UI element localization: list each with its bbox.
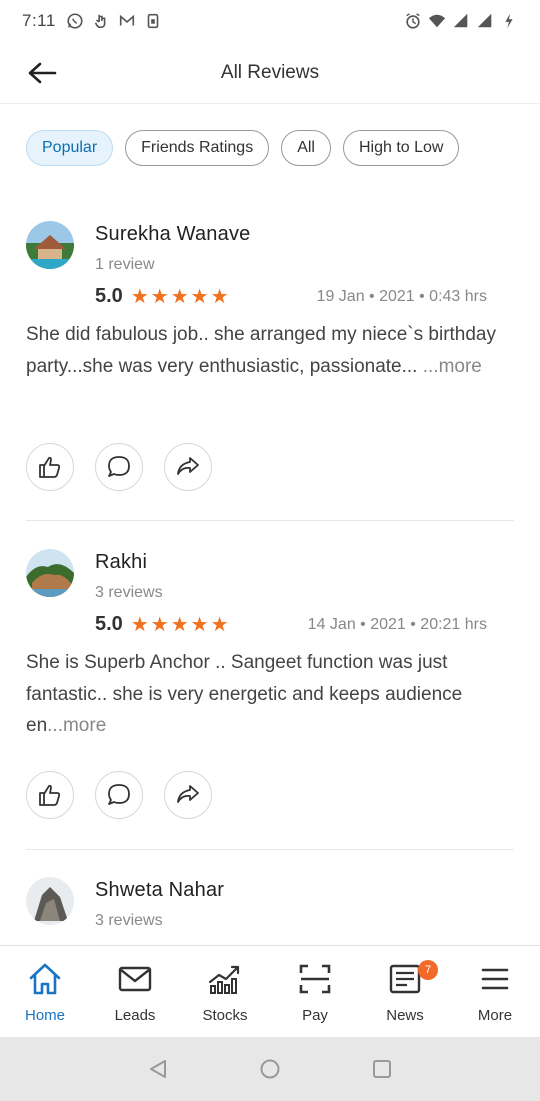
divider	[26, 520, 514, 521]
nav-stocks[interactable]: Stocks	[180, 946, 270, 1037]
star-icon: ★	[130, 285, 149, 308]
star-icon: ★	[150, 613, 169, 636]
thumbs-up-icon	[39, 456, 61, 478]
filter-popular[interactable]: Popular	[26, 130, 114, 166]
star-icon: ★	[190, 285, 209, 308]
nav-news[interactable]: 7 News	[360, 946, 450, 1037]
system-back-button[interactable]	[146, 1057, 170, 1081]
circle-home-icon	[260, 1059, 280, 1079]
arrow-left-icon	[28, 62, 57, 84]
status-time: 7:11	[22, 11, 56, 30]
gmail-icon	[119, 14, 134, 26]
star-icon: ★	[210, 613, 229, 636]
triangle-back-icon	[150, 1060, 166, 1078]
nav-label: Stocks	[202, 1007, 248, 1024]
nav-more[interactable]: More	[450, 946, 540, 1037]
nav-label: Pay	[302, 1007, 328, 1024]
review-text: She did fabulous job.. she arranged my n…	[26, 319, 514, 382]
comment-button[interactable]	[95, 771, 143, 819]
review-actions	[26, 771, 212, 819]
review-card: Shweta Nahar 3 reviews	[26, 877, 514, 945]
review-text: She is Superb Anchor .. Sangeet function…	[26, 647, 514, 742]
review-card: Rakhi 3 reviews 5.0 ★ ★ ★ ★ ★ 14 Jan • 2021 …	[26, 549, 514, 849]
more-link[interactable]: ...more	[423, 356, 482, 377]
divider	[26, 849, 514, 850]
battery-charging-icon	[505, 13, 513, 29]
avatar[interactable]	[26, 877, 74, 925]
rating-value: 5.0	[95, 613, 123, 635]
share-icon	[177, 457, 199, 475]
nav-label: More	[477, 1007, 513, 1024]
nav-label: News	[386, 1007, 424, 1024]
whatsapp-icon	[67, 13, 83, 29]
signal-icon	[453, 13, 468, 28]
share-button[interactable]	[164, 443, 212, 491]
home-icon	[29, 963, 61, 995]
review-count: 1 review	[95, 256, 155, 273]
filter-friends-ratings[interactable]: Friends Ratings	[125, 130, 270, 166]
rating-value: 5.0	[95, 285, 123, 307]
star-rating: ★ ★ ★ ★ ★	[131, 287, 229, 307]
alarm-icon	[406, 13, 420, 29]
review-count: 3 reviews	[95, 584, 163, 601]
more-link[interactable]: ...more	[47, 715, 106, 736]
back-button[interactable]	[26, 58, 58, 88]
star-icon: ★	[170, 613, 189, 636]
star-rating: ★ ★ ★ ★ ★	[131, 615, 229, 635]
nav-label: Home	[24, 1007, 65, 1024]
system-home-button[interactable]	[258, 1057, 282, 1081]
reviewer-name[interactable]: Rakhi	[95, 551, 147, 574]
comment-icon	[108, 784, 130, 805]
square-recents-icon	[373, 1060, 391, 1078]
comment-button[interactable]	[95, 443, 143, 491]
star-icon: ★	[190, 613, 209, 636]
mail-icon	[118, 966, 152, 992]
filter-all[interactable]: All	[281, 130, 331, 166]
menu-icon	[481, 968, 509, 990]
hand-icon	[94, 14, 106, 29]
review-date: 14 Jan • 2021 • 20:21 hrs	[307, 615, 487, 633]
nav-home[interactable]: Home	[0, 946, 90, 1037]
rating-row: 5.0 ★ ★ ★ ★ ★ 19 Jan • 2021 • 0:43 hrs	[95, 285, 487, 308]
filter-high-to-low[interactable]: High to Low	[342, 130, 460, 166]
nav-leads[interactable]: Leads	[90, 946, 180, 1037]
nav-pay[interactable]: Pay	[270, 946, 360, 1037]
reviewer-name[interactable]: Surekha Wanave	[95, 223, 250, 246]
rating-row: 5.0 ★ ★ ★ ★ ★ 14 Jan • 2021 • 20:21 hrs	[95, 613, 487, 636]
bottom-nav: Home Leads Stocks Pay 7 News More	[0, 945, 540, 1037]
avatar[interactable]	[26, 221, 74, 269]
stocks-chart-icon	[208, 965, 240, 994]
review-actions	[26, 443, 212, 491]
review-card: Surekha Wanave 1 review 5.0 ★ ★ ★ ★ ★ 19 Jan…	[26, 221, 514, 521]
system-recents-button[interactable]	[370, 1057, 394, 1081]
star-icon: ★	[150, 285, 169, 308]
filter-chips: Popular Friends Ratings All High to Low	[26, 130, 460, 166]
reviewer-name[interactable]: Shweta Nahar	[95, 879, 224, 902]
star-icon: ★	[170, 285, 189, 308]
share-button[interactable]	[164, 771, 212, 819]
app-header: All Reviews	[0, 42, 540, 104]
sim-icon	[147, 13, 159, 29]
system-nav-bar	[0, 1037, 540, 1101]
thumbs-up-icon	[39, 784, 61, 806]
comment-icon	[108, 456, 130, 477]
review-count: 3 reviews	[95, 912, 163, 929]
wifi-icon	[428, 14, 446, 28]
share-icon	[177, 785, 199, 803]
star-icon: ★	[130, 613, 149, 636]
like-button[interactable]	[26, 771, 74, 819]
news-badge: 7	[418, 960, 438, 980]
signal-icon-2	[477, 13, 492, 28]
star-icon: ★	[210, 285, 229, 308]
scan-icon	[299, 964, 331, 994]
avatar[interactable]	[26, 549, 74, 597]
nav-label: Leads	[114, 1007, 156, 1024]
page-title: All Reviews	[220, 61, 320, 83]
like-button[interactable]	[26, 443, 74, 491]
status-bar: 7:11	[0, 0, 540, 42]
review-date: 19 Jan • 2021 • 0:43 hrs	[316, 287, 487, 305]
